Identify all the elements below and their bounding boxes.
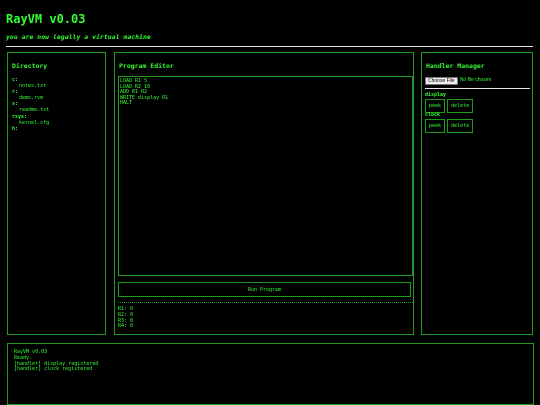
- register-r4: R4: 0: [118, 323, 134, 330]
- register-display: R1: 0 R2: 0 R3: 0 R4: 0: [118, 306, 134, 330]
- drive-h[interactable]: h:: [12, 126, 49, 132]
- handler-item-display: display peek delete: [425, 92, 505, 113]
- handler-manager-title: Handler Manager: [426, 62, 485, 70]
- editor-divider: [118, 302, 413, 303]
- choose-file-button[interactable]: Choose File: [425, 76, 458, 85]
- peek-clock-button[interactable]: peek: [425, 119, 446, 133]
- handler-name-display: display: [425, 92, 447, 98]
- delete-display-button[interactable]: delete: [447, 99, 474, 113]
- code-editor[interactable]: LOAD R1 5 LOAD R2 10 ADD R1 R2 WRITE dis…: [118, 76, 413, 276]
- directory-tree: c: notes.txt r: demo.rvm s: readme.txt r…: [12, 77, 49, 132]
- directory-panel: Directory c: notes.txt r: demo.rvm s: re…: [7, 52, 106, 335]
- handler-file-input[interactable]: Choose File No file chosen: [425, 76, 533, 85]
- program-editor-panel: Program Editor LOAD R1 5 LOAD R2 10 ADD …: [114, 52, 414, 335]
- handler-manager-panel: Handler Manager Choose File No file chose…: [421, 52, 533, 335]
- run-program-button[interactable]: Run Program: [118, 282, 411, 297]
- file-status: No file chosen: [459, 77, 492, 83]
- handler-divider: [425, 88, 530, 89]
- handler-item-clock: clock peek delete: [425, 112, 505, 133]
- handler-actions-clock: peek delete: [425, 119, 505, 133]
- peek-display-button[interactable]: peek: [425, 99, 446, 113]
- header-divider: [6, 46, 533, 47]
- program-editor-title: Program Editor: [119, 62, 174, 70]
- delete-clock-button[interactable]: delete: [447, 119, 474, 133]
- app-title: RayVM v0.03: [6, 12, 86, 26]
- console-line: [handler] clock registered: [14, 366, 93, 373]
- handler-actions-display: peek delete: [425, 99, 505, 113]
- directory-title: Directory: [12, 62, 48, 70]
- console-log: RayVM v0.03 Ready. [handler] display reg…: [14, 349, 98, 373]
- handler-name-clock: clock: [425, 112, 441, 118]
- app-tagline: you are now legally a virtual machine: [6, 33, 151, 41]
- console-panel: RayVM v0.03 Ready. [handler] display reg…: [7, 343, 534, 405]
